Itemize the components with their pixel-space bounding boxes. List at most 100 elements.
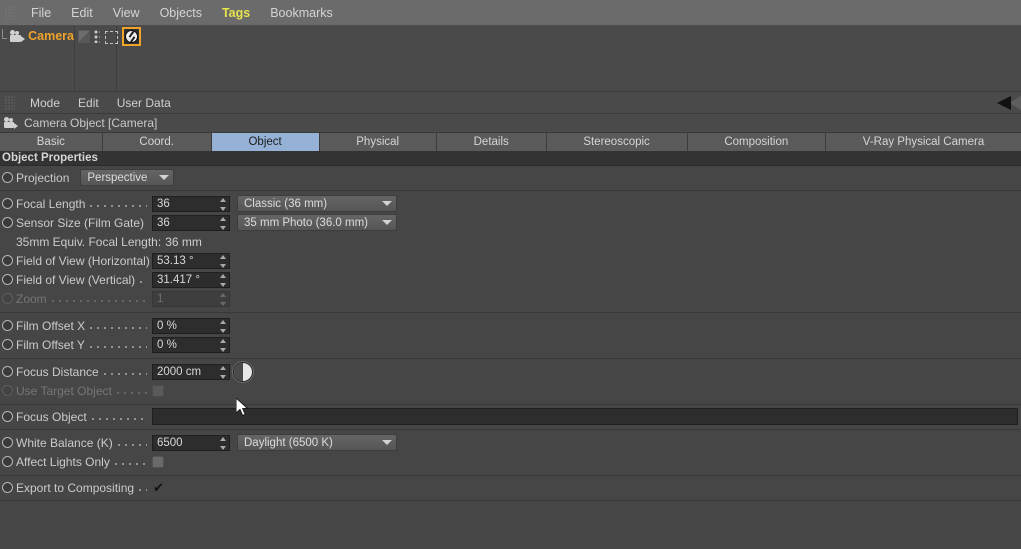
film-offset-y-stepper[interactable] [219, 338, 227, 352]
menu-item-file[interactable]: File [21, 3, 61, 23]
attribute-menubar-grip-icon[interactable] [5, 95, 15, 110]
tree-elbow-icon [2, 29, 8, 39]
equiv-focal-length-label: 35mm Equiv. Focal Length: [16, 234, 162, 249]
attribute-manager-menubar: Mode Edit User Data [0, 92, 1021, 114]
tab-details[interactable]: Details [436, 133, 547, 151]
group-white-balance: White Balance (K) 6500 Daylight (6500 K)… [0, 430, 1021, 476]
white-balance-preset-dropdown[interactable]: Daylight (6500 K) [237, 434, 397, 451]
focal-length-label: Focal Length [16, 196, 86, 211]
sensor-size-stepper[interactable] [219, 216, 227, 230]
attribute-manager-title: Camera Object [Camera] [24, 116, 158, 130]
film-offset-x-input[interactable]: 0 % [152, 317, 230, 334]
row-white-balance: White Balance (K) 6500 Daylight (6500 K) [0, 433, 1021, 452]
attribute-tabs: Basic Coord. Object Physical Details Ste… [0, 133, 1021, 151]
focal-length-preset-dropdown[interactable]: Classic (36 mm) [237, 195, 397, 212]
menu-item-tags[interactable]: Tags [212, 3, 260, 23]
dots-icon[interactable] [93, 29, 101, 43]
affect-lights-only-label: Affect Lights Only [16, 454, 110, 469]
keyframe-dot-icon[interactable] [2, 411, 13, 422]
white-balance-stepper[interactable] [219, 436, 227, 450]
keyframe-dot-icon[interactable] [2, 217, 13, 228]
menu-item-user-data[interactable]: User Data [108, 94, 180, 112]
group-projection: Projection Perspective [0, 166, 1021, 191]
focus-object-field[interactable] [152, 408, 1018, 425]
tab-basic[interactable]: Basic [0, 133, 103, 151]
menu-item-edit[interactable]: Edit [61, 3, 103, 23]
row-use-target-object: Use Target Object [0, 381, 1021, 400]
tab-object[interactable]: Object [211, 133, 320, 151]
keyframe-dot-icon[interactable] [2, 172, 13, 183]
projection-dropdown[interactable]: Perspective [80, 169, 175, 186]
focal-length-input[interactable]: 36 [152, 195, 230, 212]
menu-item-mode[interactable]: Mode [21, 94, 69, 112]
fov-horizontal-input[interactable]: 53.13 ° [152, 252, 230, 269]
row-sensor-size: Sensor Size (Film Gate) 36 35 mm Photo (… [0, 213, 1021, 232]
keyframe-dot-icon[interactable] [2, 198, 13, 209]
film-offset-y-value: 0 % [157, 338, 177, 351]
sensor-size-input[interactable]: 36 [152, 214, 230, 231]
object-manager-menubar: File Edit View Objects Tags Bookmarks [0, 0, 1021, 26]
object-properties-header: Object Properties [0, 151, 1021, 166]
row-affect-lights-only: Affect Lights Only [0, 452, 1021, 471]
fov-horizontal-stepper[interactable] [219, 254, 227, 268]
keyframe-dot-icon[interactable] [2, 339, 13, 350]
menu-item-am-edit[interactable]: Edit [69, 94, 108, 112]
back-arrow-icon[interactable] [997, 96, 1011, 110]
dotted-leader [88, 338, 147, 351]
dotted-leader [116, 436, 147, 449]
sensor-size-preset-dropdown[interactable]: 35 mm Photo (36.0 mm) [237, 214, 397, 231]
menu-item-view[interactable]: View [103, 3, 150, 23]
attribute-manager-title-bar: Camera Object [Camera] [0, 114, 1021, 133]
keyframe-dot-icon[interactable] [2, 437, 13, 448]
tab-physical[interactable]: Physical [319, 133, 437, 151]
keyframe-dot-icon[interactable] [2, 456, 13, 467]
row-fov-vertical: Field of View (Vertical) 31.417 ° [0, 270, 1021, 289]
fov-horizontal-value: 53.13 ° [157, 254, 194, 267]
export-to-compositing-label: Export to Compositing [16, 480, 135, 495]
film-offset-x-label: Film Offset X [16, 318, 86, 333]
row-film-offset-y: Film Offset Y 0 % [0, 335, 1021, 354]
export-to-compositing-checkbox[interactable]: ✔ [152, 481, 165, 494]
focus-object-label: Focus Object [16, 409, 87, 424]
keyframe-dot-icon[interactable] [2, 482, 13, 493]
focal-length-value: 36 [157, 197, 170, 210]
tab-coord[interactable]: Coord. [102, 133, 212, 151]
tab-composition[interactable]: Composition [687, 133, 827, 151]
keyframe-dot-icon[interactable] [2, 274, 13, 285]
tab-vray-physical-camera[interactable]: V-Ray Physical Camera [826, 133, 1021, 151]
zoom-stepper [219, 292, 227, 306]
tab-stereoscopic[interactable]: Stereoscopic [546, 133, 688, 151]
zoom-input: 1 [152, 290, 230, 307]
affect-lights-only-checkbox[interactable] [152, 455, 164, 468]
white-balance-preset-value: Daylight (6500 K) [244, 436, 333, 449]
keyframe-dot-icon[interactable] [2, 255, 13, 266]
keyframe-dot-icon[interactable] [2, 320, 13, 331]
keyframe-dot-icon[interactable] [2, 366, 13, 377]
zoom-label: Zoom [16, 291, 47, 306]
row-fov-horizontal: Field of View (Horizontal) 53.13 ° [0, 251, 1021, 270]
projection-value: Perspective [87, 171, 148, 184]
dotted-leader [90, 410, 147, 423]
object-name-label[interactable]: Camera [28, 29, 74, 43]
menu-item-bookmarks[interactable]: Bookmarks [260, 3, 343, 23]
white-balance-label: White Balance (K) [16, 435, 113, 450]
cinema4d-window: File Edit View Objects Tags Bookmarks Ca… [0, 0, 1021, 549]
fov-vertical-input[interactable]: 31.417 ° [152, 271, 230, 288]
focus-distance-picker-button[interactable] [233, 361, 253, 382]
dotted-leader [89, 319, 147, 332]
focus-distance-stepper[interactable] [219, 365, 227, 379]
menu-item-objects[interactable]: Objects [150, 3, 212, 23]
material-icon[interactable] [78, 29, 90, 43]
white-balance-input[interactable]: 6500 [152, 434, 230, 451]
focal-length-stepper[interactable] [219, 197, 227, 211]
fov-vertical-stepper[interactable] [219, 273, 227, 287]
focus-distance-input[interactable]: 2000 cm [152, 363, 230, 380]
move-icon[interactable] [104, 30, 118, 44]
film-offset-x-stepper[interactable] [219, 319, 227, 333]
zoom-value: 1 [157, 292, 164, 305]
dotted-leader [50, 292, 147, 305]
object-row-camera[interactable]: Camera [0, 26, 74, 46]
menubar-grip-icon[interactable] [5, 5, 15, 20]
film-offset-y-input[interactable]: 0 % [152, 336, 230, 353]
camera-shutter-tag-icon[interactable] [122, 26, 141, 46]
